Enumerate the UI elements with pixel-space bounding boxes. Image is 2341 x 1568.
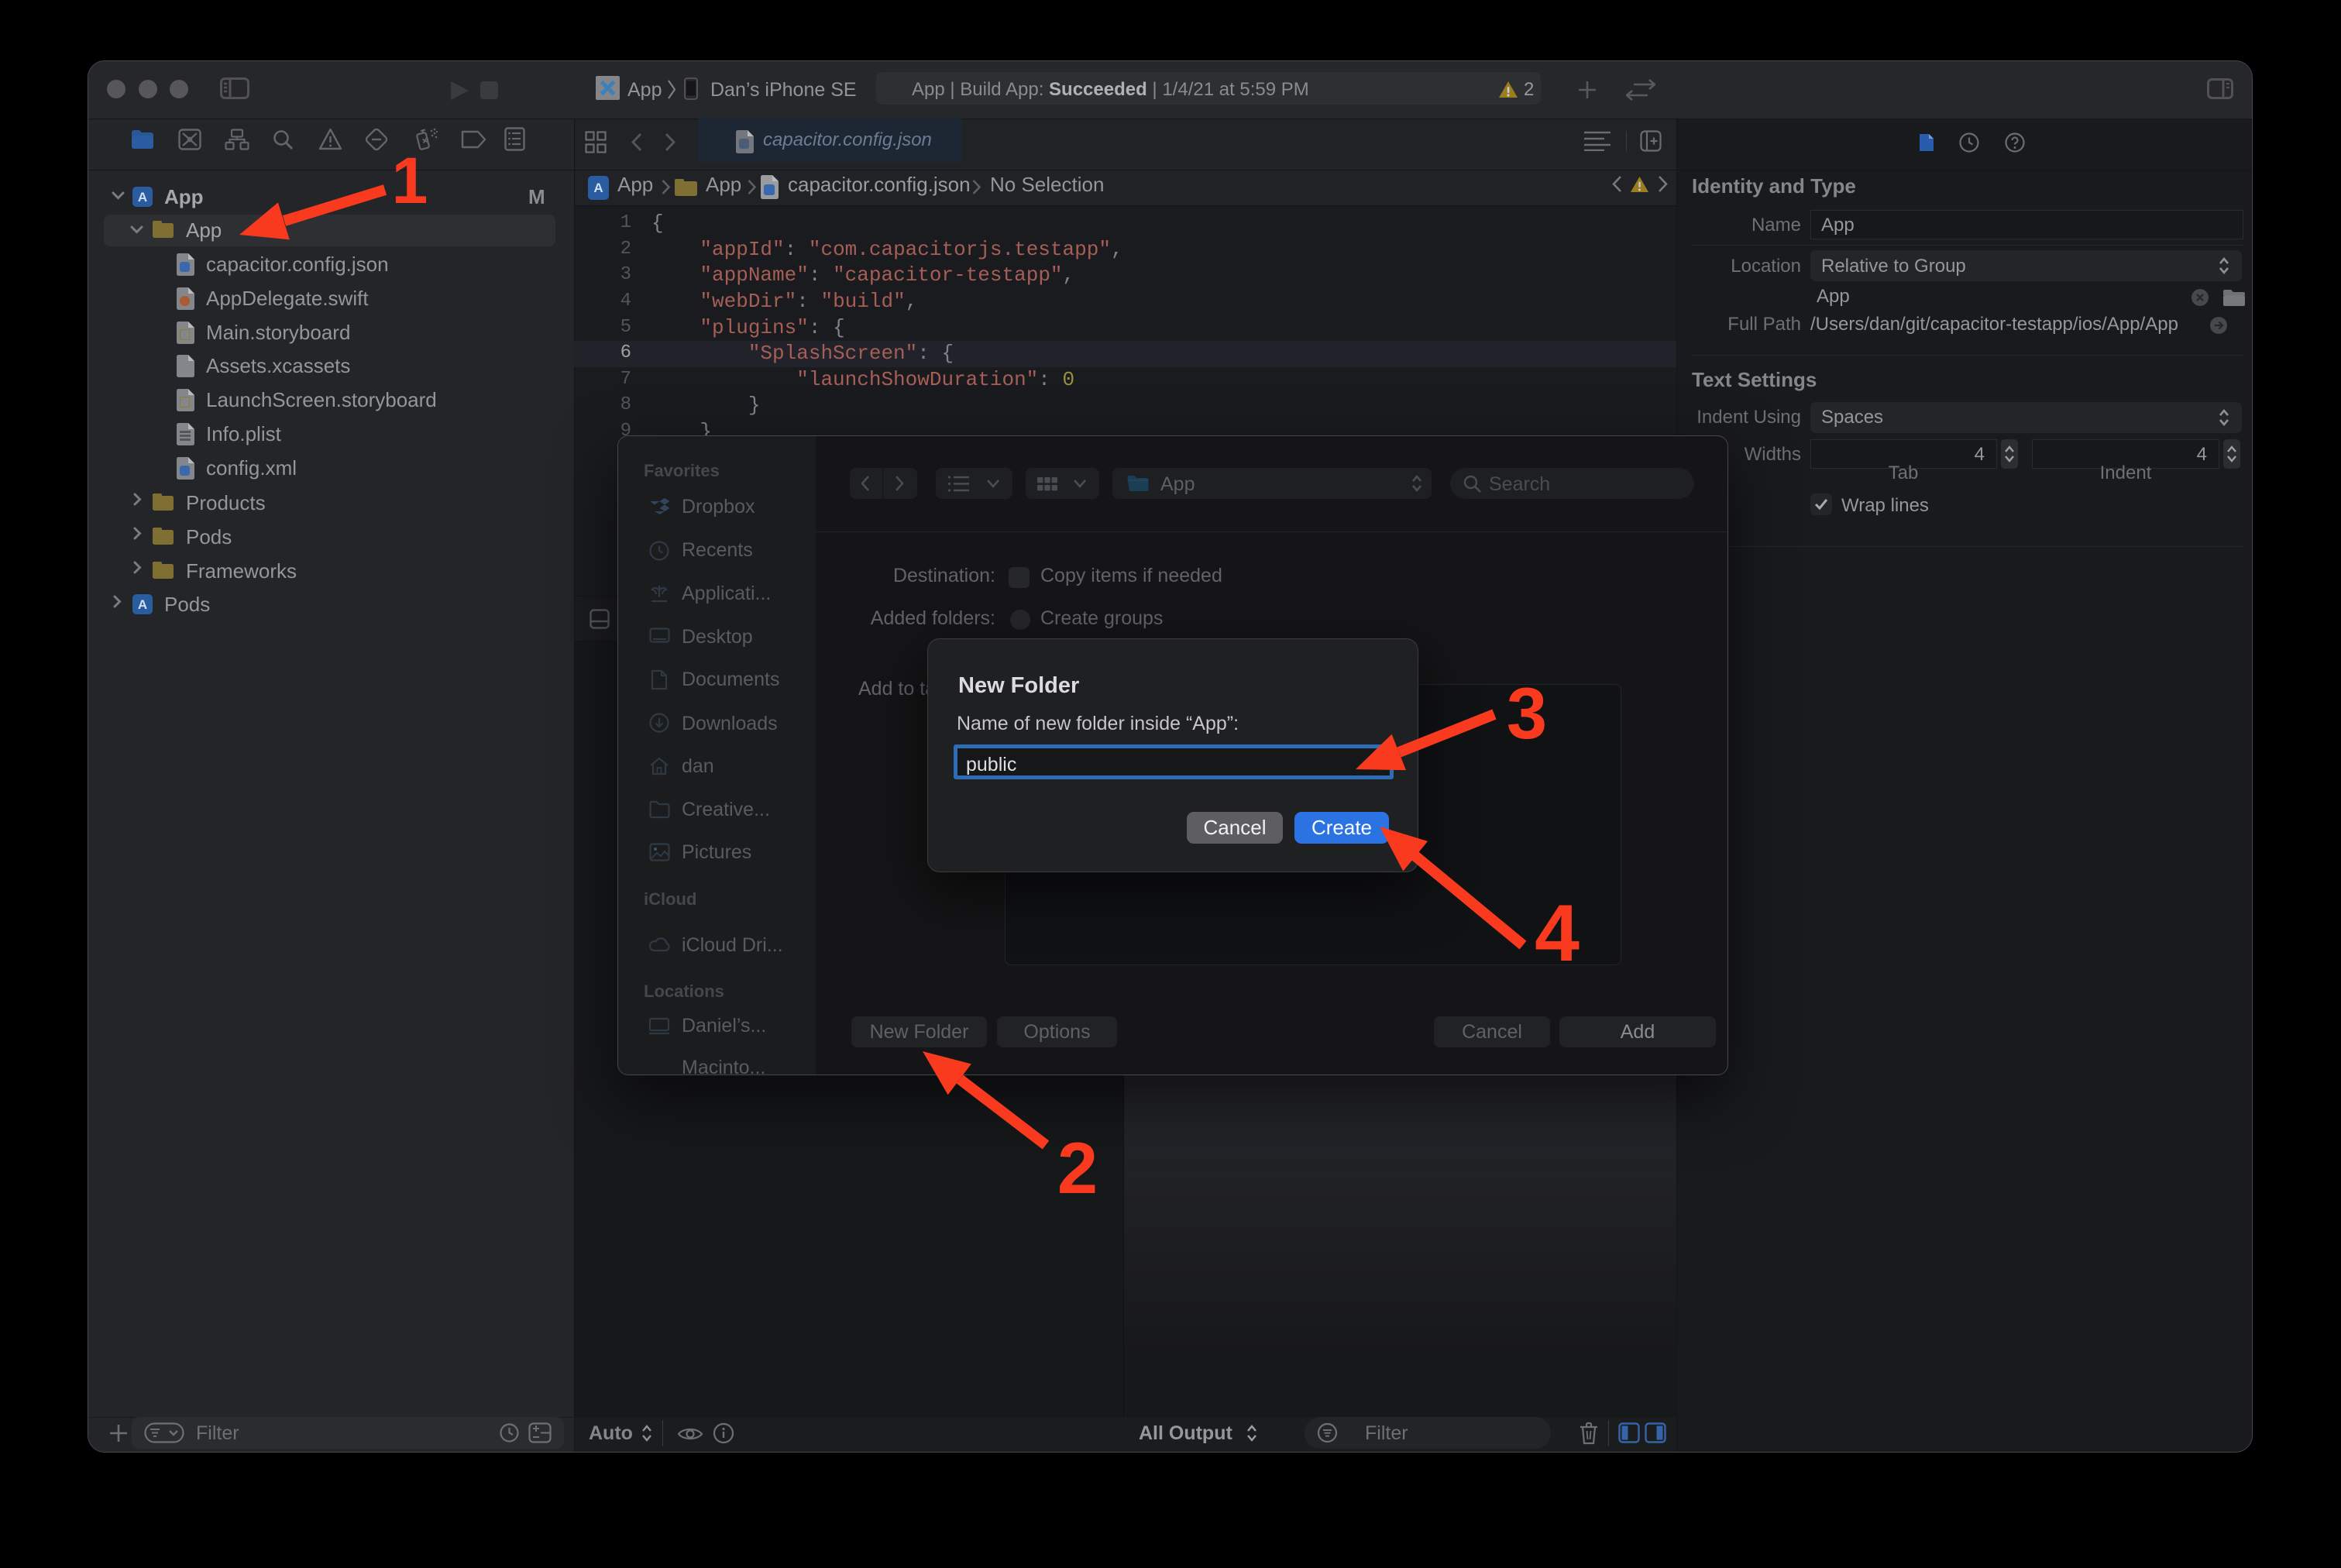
svg-text:1: 1 — [392, 144, 428, 217]
svg-text:3: 3 — [1507, 672, 1547, 754]
svg-text:4: 4 — [1535, 889, 1580, 978]
svg-text:2: 2 — [1057, 1127, 1098, 1209]
